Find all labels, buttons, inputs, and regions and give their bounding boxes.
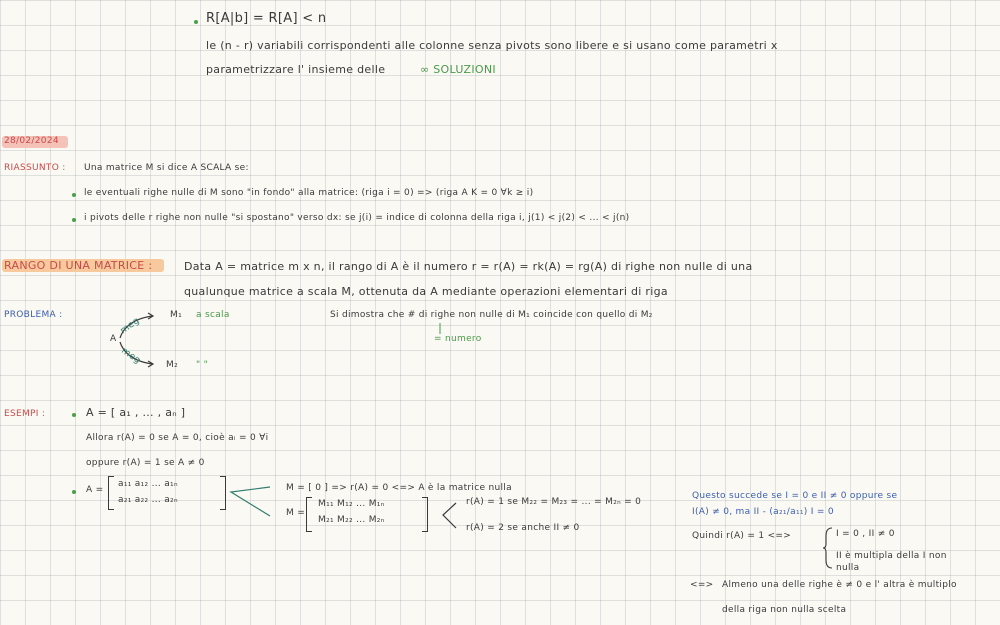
matrix-a-symbol: A: [110, 334, 117, 344]
m1-symbol: M₁: [170, 310, 182, 320]
bullet-dot: [72, 413, 76, 417]
bullet-dot: [72, 218, 76, 222]
meg-arrows-diagram: [119, 312, 155, 368]
blue-note-line-2: I(A) ≠ 0, ma II - (a₂₁/a₁₁) I = 0: [692, 507, 834, 517]
cases-angle: [442, 502, 457, 529]
matrix-m-row-2: M₂₁ M₂₂ ... M₂ₙ: [318, 515, 385, 525]
m2-symbol: M₂: [166, 360, 178, 370]
conclusion-line-2: della riga non nulla scelta: [722, 605, 847, 615]
esempi-label: ESEMPI :: [4, 409, 46, 419]
rank-1-case: r(A) = 1 se M₂₂ = M₂₃ = ... = M₂ₙ = 0: [466, 497, 642, 507]
iff-symbol: <=>: [690, 580, 714, 590]
quindi-option-2-cont: nulla: [836, 563, 860, 573]
matrix-m-left-bracket: [306, 497, 312, 532]
matrix-branch-lines: [229, 486, 271, 517]
matrix-m-right-bracket: [422, 497, 428, 532]
quindi-option-1: I = 0 , II ≠ 0: [836, 529, 895, 539]
infinite-solutions-label: ∞ SOLUZIONI: [420, 63, 496, 76]
allora-line: Allora r(A) = 0 se A = 0, cioè aᵢ = 0 ∀i: [86, 433, 269, 443]
riassunto-bullet-2: i pivots delle r righe non nulle "si spo…: [84, 213, 630, 223]
rango-label: RANGO DI UNA MATRICE :: [4, 259, 153, 272]
bullet-dot: [72, 490, 76, 494]
a-column-definition: A = [ a₁ , ... , aₙ ]: [86, 406, 186, 419]
blue-note-line-1: Questo succede se I = 0 e II ≠ 0 oppure …: [692, 491, 898, 501]
rango-definition-line-1: Data A = matrice m x n, il rango di A è …: [184, 260, 753, 273]
quindi-option-2: II è multipla della I non: [836, 551, 947, 561]
matrix-a-label: A =: [86, 485, 104, 495]
matrix-a-row-2: a₂₁ a₂₂ ... a₂ₙ: [118, 495, 178, 505]
bullet-dot: [194, 20, 198, 24]
lecture-date: 28/02/2024: [4, 136, 59, 146]
rank-condition: R[A|b] = R[A] < n: [206, 11, 327, 26]
quindi-brace: [822, 527, 833, 569]
riassunto-intro: Una matrice M si dice A SCALA se:: [84, 163, 249, 173]
rank-2-case: r(A) = 2 se anche II ≠ 0: [466, 523, 580, 533]
matrix-a-left-bracket: [108, 476, 114, 510]
ditto-marks: " ": [196, 360, 209, 370]
matrix-a-right-bracket: [220, 476, 226, 510]
numero-note: = numero: [434, 334, 482, 344]
bullet-dot: [72, 193, 76, 197]
conclusion-line-1: Almeno una delle righe è ≠ 0 e l' altra …: [722, 580, 957, 590]
quindi-line: Quindi r(A) = 1 <=>: [692, 531, 792, 541]
a-scala-label: a scala: [196, 310, 230, 320]
free-variables-line-2: parametrizzare l' insieme delle: [206, 63, 386, 76]
m-zero-case: M = [ 0 ] => r(A) = 0 <=> A è la matrice…: [286, 483, 512, 493]
matrix-a-row-1: a₁₁ a₁₂ ... a₁ₙ: [118, 479, 178, 489]
riassunto-label: RIASSUNTO :: [4, 163, 66, 173]
free-variables-line-1: le (n - r) variabili corrispondenti alle…: [206, 39, 778, 52]
matrix-m-label: M =: [286, 508, 306, 518]
matrix-m-row-1: M₁₁ M₁₂ ... M₁ₙ: [318, 499, 385, 509]
oppure-line: oppure r(A) = 1 se A ≠ 0: [86, 458, 205, 468]
riassunto-bullet-1: le eventuali righe nulle di M sono "in f…: [84, 188, 534, 198]
problema-claim: Si dimostra che # di righe non nulle di …: [330, 310, 653, 320]
rango-definition-line-2: qualunque matrice a scala M, ottenuta da…: [184, 285, 668, 298]
problema-label: PROBLEMA :: [4, 310, 63, 320]
